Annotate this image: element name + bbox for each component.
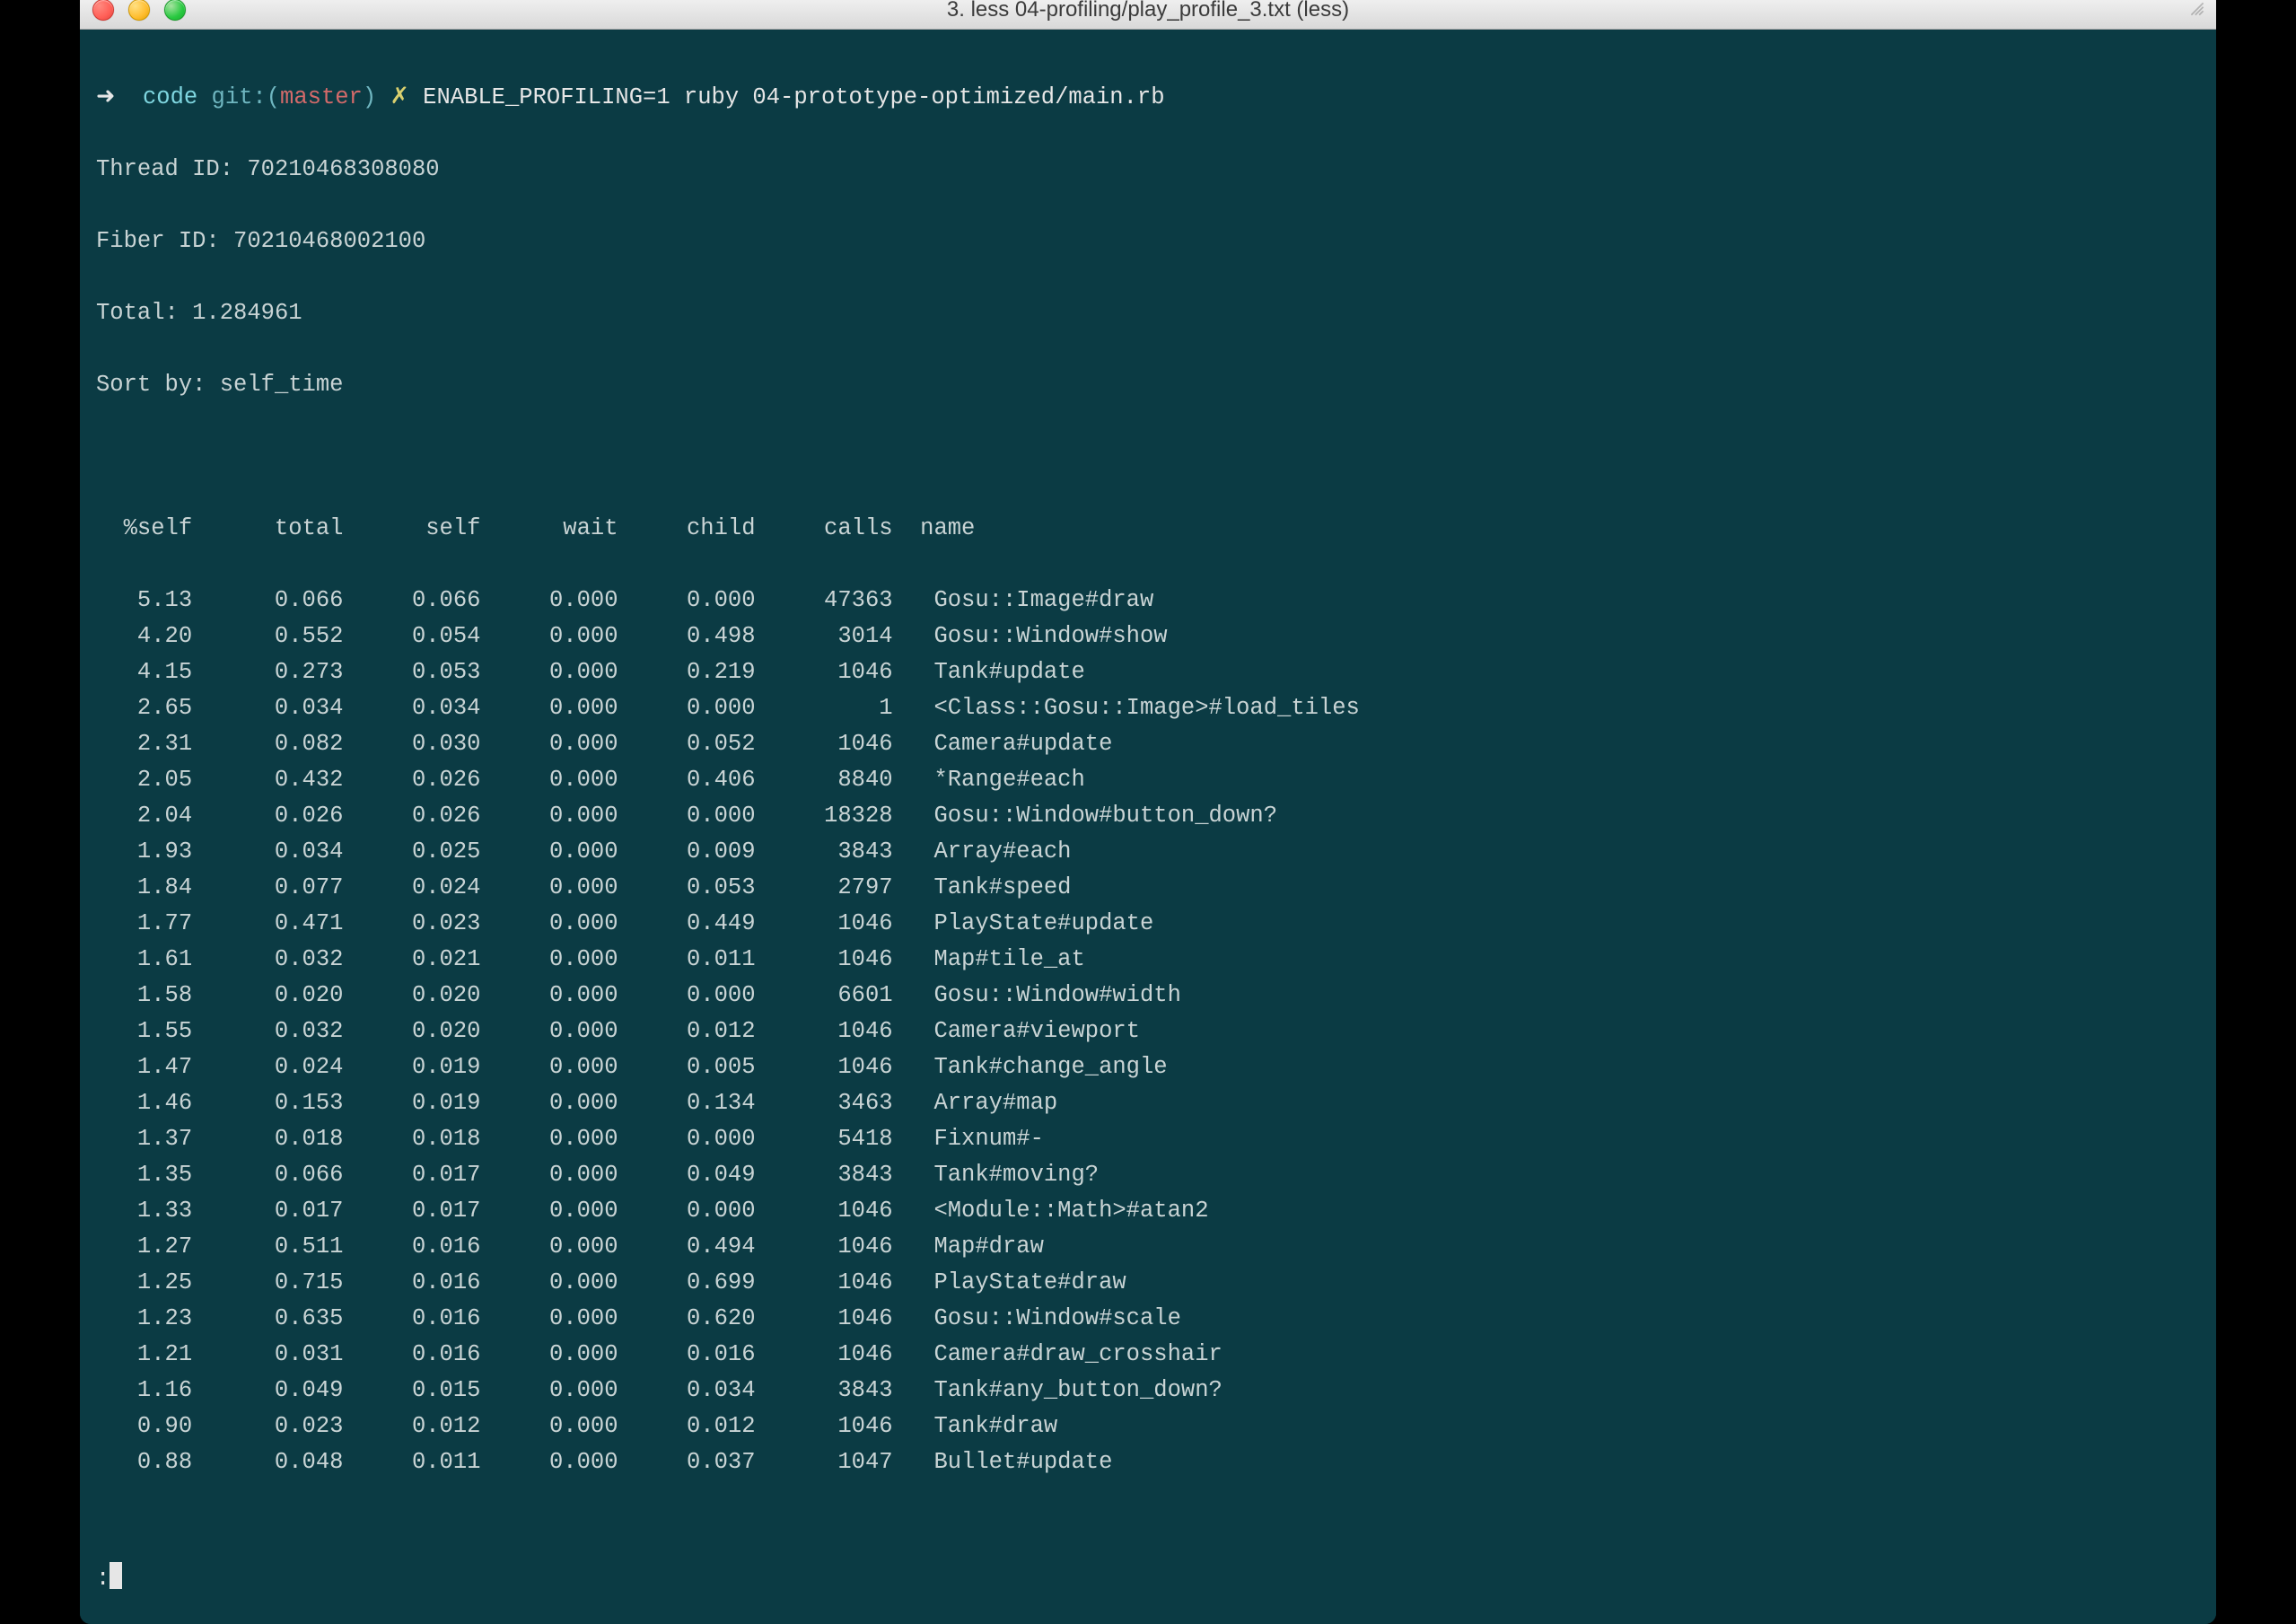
thread-id-label: Thread ID: xyxy=(96,156,233,182)
fiber-id-value: 70210468002100 xyxy=(233,228,425,254)
table-row: 1.61 0.032 0.021 0.000 0.011 1046 Map#ti… xyxy=(96,942,2200,978)
table-row: 1.25 0.715 0.016 0.000 0.699 1046 PlaySt… xyxy=(96,1265,2200,1301)
table-row: 1.16 0.049 0.015 0.000 0.034 3843 Tank#a… xyxy=(96,1373,2200,1409)
prompt-cwd: code xyxy=(143,84,197,110)
table-row: 2.31 0.082 0.030 0.000 0.052 1046 Camera… xyxy=(96,726,2200,762)
terminal-window: 3. less 04-profiling/play_profile_3.txt … xyxy=(80,0,2216,1624)
prompt-git-prefix: git:( xyxy=(212,84,281,110)
table-row: 1.55 0.032 0.020 0.000 0.012 1046 Camera… xyxy=(96,1014,2200,1049)
prompt-git-suffix: ) xyxy=(363,84,376,110)
blank-line xyxy=(96,439,2200,475)
table-row: 1.47 0.024 0.019 0.000 0.005 1046 Tank#c… xyxy=(96,1049,2200,1085)
window-title: 3. less 04-profiling/play_profile_3.txt … xyxy=(80,0,2216,22)
fiber-id-label: Fiber ID: xyxy=(96,228,220,254)
table-row: 0.90 0.023 0.012 0.000 0.012 1046 Tank#d… xyxy=(96,1409,2200,1444)
sort-by-label: Sort by: xyxy=(96,372,206,398)
profile-table: 5.13 0.066 0.066 0.000 0.000 47363 Gosu:… xyxy=(96,583,2200,1480)
shell-prompt-line: ➜ code git:(master) ✗ ENABLE_PROFILING=1… xyxy=(96,80,2200,116)
table-row: 1.46 0.153 0.019 0.000 0.134 3463 Array#… xyxy=(96,1085,2200,1121)
close-icon[interactable] xyxy=(92,0,114,21)
table-row: 5.13 0.066 0.066 0.000 0.000 47363 Gosu:… xyxy=(96,583,2200,619)
table-row: 1.58 0.020 0.020 0.000 0.000 6601 Gosu::… xyxy=(96,978,2200,1014)
table-row: 1.21 0.031 0.016 0.000 0.016 1046 Camera… xyxy=(96,1337,2200,1373)
table-row: 1.93 0.034 0.025 0.000 0.009 3843 Array#… xyxy=(96,834,2200,870)
cursor-icon xyxy=(110,1562,122,1589)
thread-id-value: 70210468308080 xyxy=(247,156,439,182)
total-label: Total: xyxy=(96,300,179,326)
total-line: Total: 1.284961 xyxy=(96,295,2200,331)
column-header-row: %self total self wait child calls name xyxy=(96,511,2200,547)
table-row: 1.27 0.511 0.016 0.000 0.494 1046 Map#dr… xyxy=(96,1229,2200,1265)
table-row: 2.05 0.432 0.026 0.000 0.406 8840 *Range… xyxy=(96,762,2200,798)
table-row: 1.33 0.017 0.017 0.000 0.000 1046 <Modul… xyxy=(96,1193,2200,1229)
fiber-id-line: Fiber ID: 70210468002100 xyxy=(96,224,2200,259)
prompt-arrow-icon: ➜ xyxy=(96,84,115,110)
traffic-lights xyxy=(92,0,186,21)
table-row: 1.77 0.471 0.023 0.000 0.449 1046 PlaySt… xyxy=(96,906,2200,942)
table-row: 1.35 0.066 0.017 0.000 0.049 3843 Tank#m… xyxy=(96,1157,2200,1193)
prompt-branch: master xyxy=(280,84,363,110)
pager-colon: : xyxy=(96,1566,110,1592)
sort-by-line: Sort by: self_time xyxy=(96,367,2200,403)
table-row: 2.65 0.034 0.034 0.000 0.000 1 <Class::G… xyxy=(96,690,2200,726)
total-value: 1.284961 xyxy=(192,300,302,326)
sort-by-value: self_time xyxy=(220,372,344,398)
minimize-icon[interactable] xyxy=(128,0,150,21)
table-row: 4.20 0.552 0.054 0.000 0.498 3014 Gosu::… xyxy=(96,619,2200,654)
table-row: 2.04 0.026 0.026 0.000 0.000 18328 Gosu:… xyxy=(96,798,2200,834)
prompt-command: ENABLE_PROFILING=1 ruby 04-prototype-opt… xyxy=(423,84,1164,110)
table-row: 1.84 0.077 0.024 0.000 0.053 2797 Tank#s… xyxy=(96,870,2200,906)
table-row: 1.37 0.018 0.018 0.000 0.000 5418 Fixnum… xyxy=(96,1121,2200,1157)
table-row: 0.88 0.048 0.011 0.000 0.037 1047 Bullet… xyxy=(96,1444,2200,1480)
zoom-icon[interactable] xyxy=(164,0,186,21)
terminal-body[interactable]: ➜ code git:(master) ✗ ENABLE_PROFILING=1… xyxy=(80,30,2216,1624)
resize-icon xyxy=(2187,0,2207,19)
titlebar: 3. less 04-profiling/play_profile_3.txt … xyxy=(80,0,2216,30)
table-row: 4.15 0.273 0.053 0.000 0.219 1046 Tank#u… xyxy=(96,654,2200,690)
pager-prompt: : xyxy=(96,1561,122,1597)
thread-id-line: Thread ID: 70210468308080 xyxy=(96,152,2200,188)
prompt-dirty-icon: ✗ xyxy=(390,84,408,110)
table-row: 1.23 0.635 0.016 0.000 0.620 1046 Gosu::… xyxy=(96,1301,2200,1337)
